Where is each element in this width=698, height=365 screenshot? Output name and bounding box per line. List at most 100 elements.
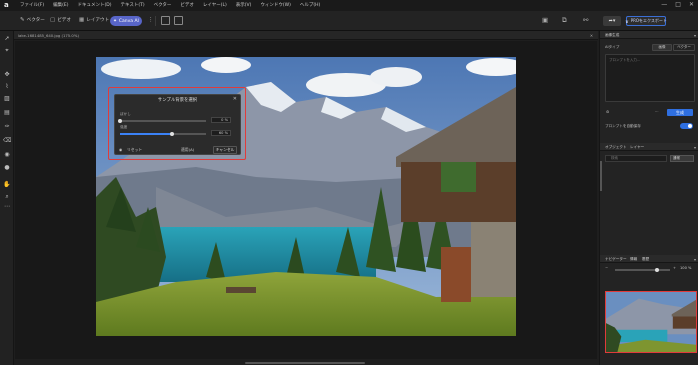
prompt-placeholder: プロンプトを入力... [609,58,641,62]
tab-objects[interactable]: オブジェクト [605,145,627,150]
menu-layer[interactable]: レイヤー(L) [203,2,227,8]
slider2-handle[interactable] [169,131,174,136]
video-icon: ▢ [50,17,56,23]
menu-edit[interactable]: 編集(E) [53,2,68,8]
panel-header-image-gen[interactable]: 画像生成 ▾ [600,31,698,39]
horizontal-scrollbar[interactable] [245,362,365,364]
layout-tool-button[interactable]: ▦ レイアウト [79,17,109,23]
dialog-title: サンプル背景を選択 [157,98,198,103]
link-icon[interactable]: ⚯ [583,16,588,24]
top-toolbar: ✎ ベクター ▢ ビデオ ▦ レイアウト ✦ Canva AI ⋮ ▣ ⧉ ⚯ … [0,11,698,31]
transform-icon[interactable]: ⧉ [562,16,567,25]
canva-ai-button[interactable]: ✦ Canva AI [110,16,142,26]
pointer-icon[interactable]: ➚ [3,35,11,43]
pro-export-button[interactable]: ♛ PROをエクスポート [625,16,667,26]
tab-navigator[interactable]: ナビゲーター [605,257,627,262]
right-panel: 画像生成 ▾ AIタイプ 画像 ベクター プロンプトを入力... ⚙ ⋯ 生成 … [599,31,698,365]
settings-icon[interactable]: ⚙ [606,110,609,114]
zoom-tool-icon[interactable]: ⌕ [3,193,11,201]
zoom-slider[interactable] [615,267,670,272]
menu-view[interactable]: 表示(V) [236,2,252,8]
selection-brush-icon[interactable]: ⌇ [3,83,11,91]
slider2-track[interactable] [120,131,206,136]
menu-video[interactable]: ビデオ [180,2,194,8]
move-tool-icon[interactable]: ✥ [3,71,11,79]
dialog-footer: ◉ リセット 適用(A) キャンセル [119,146,238,154]
navigator-thumbnail[interactable] [605,291,697,353]
menu-bar: a ファイル(F) 編集(E) ドキュメント(D) テキスト(T) ベクター ビ… [0,0,698,11]
menu-list: ファイル(F) 編集(E) ドキュメント(D) テキスト(T) ベクター ビデオ… [20,2,320,8]
canvas-area[interactable] [15,41,597,359]
window-controls: — □ ✕ [661,1,694,8]
chevron-down-icon: ▾ [693,32,696,38]
slider2-fill [120,133,172,135]
more-vertical-icon: ⋮ [148,17,154,23]
auto-save-toggle[interactable] [680,123,693,129]
crown-icon: ♛ [625,18,629,24]
panel-toggle-icon[interactable]: ▣ [542,16,548,24]
thumbnail-image [606,292,696,352]
apply-button[interactable]: 適用(A) [181,147,194,153]
zoom-value[interactable]: 100 % [680,266,691,270]
share-menu-button[interactable]: ➦ ▾ [603,16,621,26]
slider1-handle[interactable] [118,118,122,123]
zoom-in-icon[interactable]: + [673,266,676,270]
blend-mode-select[interactable]: 通常 [670,155,694,162]
hand-tool-icon[interactable]: ✋ [3,181,11,189]
document-tab[interactable]: lake-1681485_640.jpg (175.0%) ✕ [14,31,598,40]
pro-export-label: PROをエクスポート [630,18,667,23]
reset-button[interactable]: リセット [127,147,142,153]
slider1-value-field[interactable]: 0 % [211,117,231,123]
more-tools-icon[interactable]: ⋯ [3,203,11,211]
chevron-down-icon: ▾ [612,18,616,24]
menu-help[interactable]: ヘルプ(H) [300,2,320,8]
chevron-down-icon: ▾ [693,256,696,262]
panel-header-layers[interactable]: オブジェクト レイヤー ▾ [600,143,698,151]
close-window-button[interactable]: ✕ [689,1,694,8]
options-icon[interactable]: ⋯ [655,110,659,114]
segment-image[interactable]: 画像 [652,44,672,51]
video-tool-button[interactable]: ▢ ビデオ [50,17,71,23]
frame-icon[interactable] [161,16,170,25]
brush-tool-icon[interactable]: ✑ [3,123,11,131]
zoom-out-icon[interactable]: − [605,266,608,270]
text-tool-icon[interactable]: ▤ [3,109,11,117]
segment-vector[interactable]: ベクター [673,44,695,51]
menu-file[interactable]: ファイル(F) [20,2,44,8]
slider1-track[interactable] [118,118,206,123]
panel-title-image-gen: 画像生成 [605,32,620,37]
layer-search-input[interactable]: 検索 [605,155,667,162]
eye-icon[interactable]: ◉ [119,147,122,152]
crop-icon[interactable] [174,16,183,25]
vector-tool-button[interactable]: ✎ ベクター [20,17,45,23]
node-tool-icon[interactable]: ⌖ [3,47,11,55]
menu-document[interactable]: ドキュメント(D) [77,2,111,8]
cancel-button[interactable]: キャンセル [213,146,237,154]
dialog-close-icon[interactable]: ✕ [233,96,237,102]
eraser-tool-icon[interactable]: ⌫ [3,137,11,145]
slider1-label: ぼかし [120,112,131,116]
zoom-slider-handle[interactable] [655,267,659,272]
fill-tool-icon[interactable]: ◉ [3,151,11,159]
menu-vector[interactable]: ベクター [154,2,172,8]
image-tool-icon[interactable]: ▨ [3,95,11,103]
vector-icon: ✎ [20,17,25,23]
chevron-down-icon: ▾ [693,144,696,150]
prompt-textarea[interactable]: プロンプトを入力... [605,54,695,102]
generate-button[interactable]: 生成 [667,109,693,116]
tab-info[interactable]: 情報 [630,257,637,262]
more-options-button[interactable]: ⋮ [148,17,154,23]
panel-header-navigator[interactable]: ナビゲーター 情報 履歴 ▾ [600,255,698,263]
tab-layers[interactable]: レイヤー [630,145,644,150]
close-document-icon[interactable]: ✕ [590,33,593,38]
slider2-value-field[interactable]: 60 % [211,130,231,136]
sparkle-icon: ✦ [113,18,117,24]
menu-window[interactable]: ウィンドウ(W) [260,2,290,8]
canva-ai-label: Canva AI [118,18,139,24]
menu-text[interactable]: テキスト(T) [120,2,144,8]
active-tool-icon[interactable]: ● [3,164,11,172]
minimize-button[interactable]: — [661,1,667,8]
tab-history[interactable]: 履歴 [642,257,649,262]
maximize-button[interactable]: □ [675,1,681,8]
vertical-scrollbar[interactable] [600,161,602,191]
